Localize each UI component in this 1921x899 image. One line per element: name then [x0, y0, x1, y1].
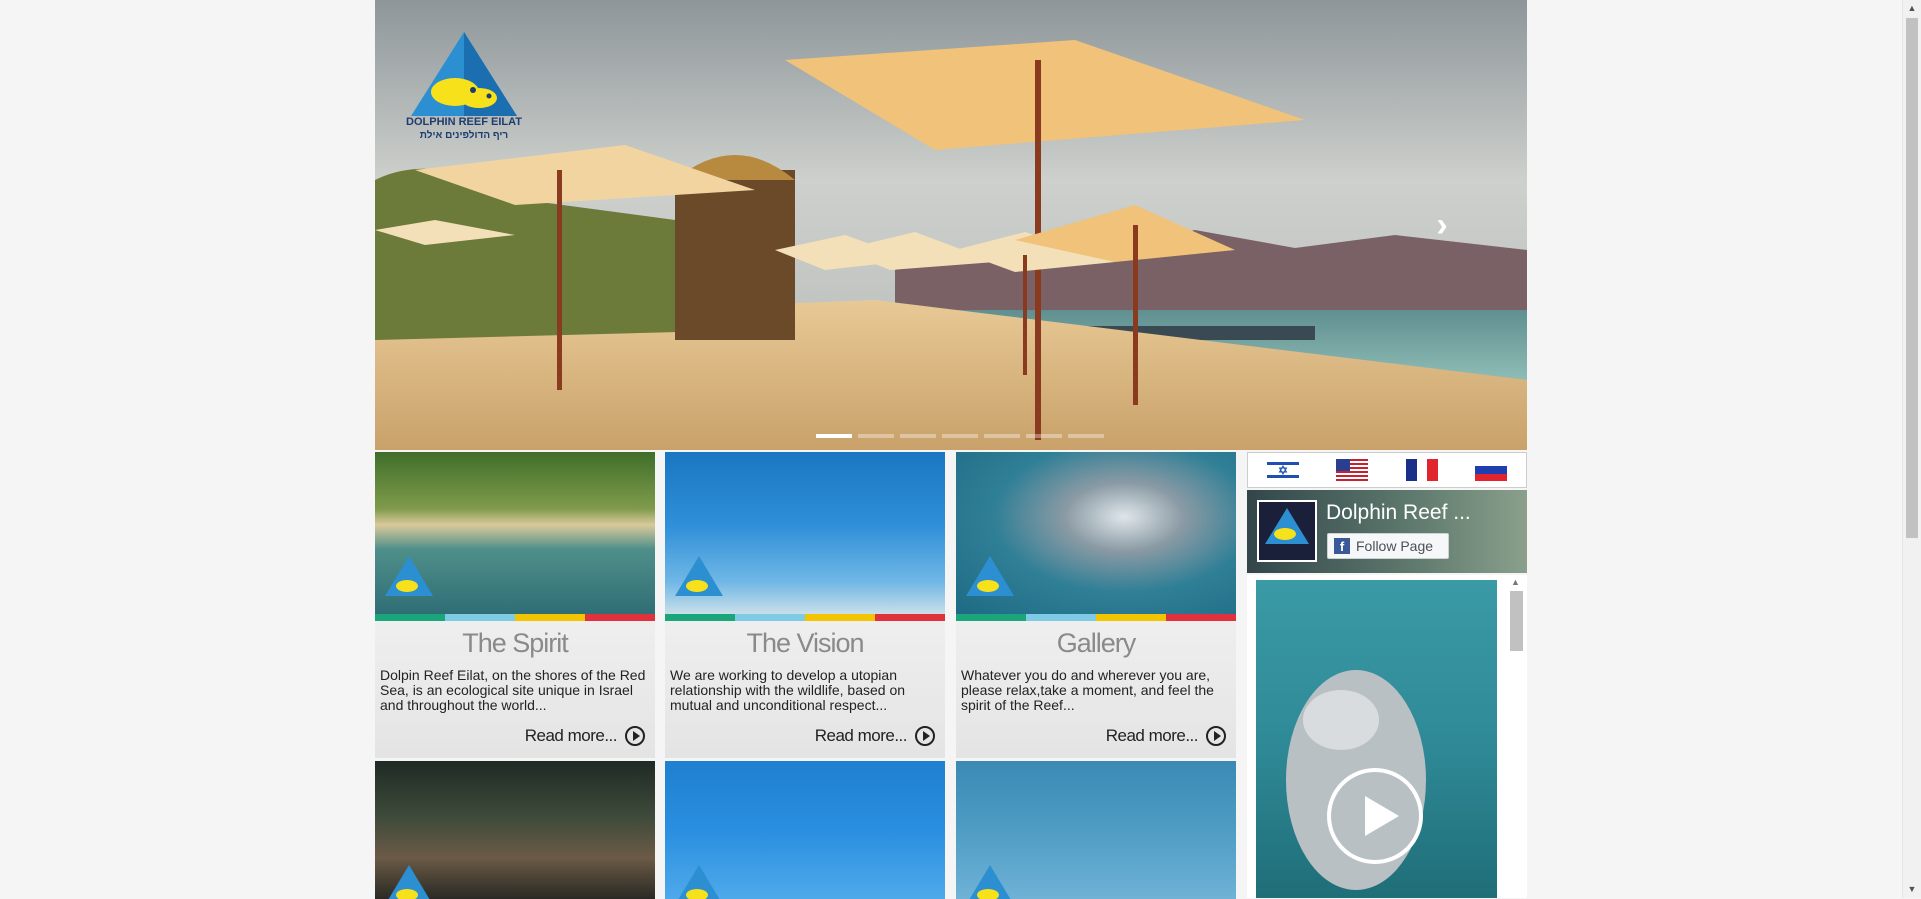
- facebook-page-avatar[interactable]: [1257, 500, 1317, 562]
- read-more-label: Read more...: [1105, 726, 1199, 745]
- hero-beach-image: [375, 0, 1527, 450]
- color-stripe: [375, 614, 655, 621]
- feed-scrollbar[interactable]: ▲: [1507, 575, 1524, 898]
- card-the-spirit: The Spirit Dolpin Reef Eilat, on the sho…: [375, 452, 655, 758]
- card-gallery: Gallery Whatever you do and wherever you…: [956, 452, 1236, 758]
- slider-dot[interactable]: [1026, 434, 1062, 438]
- read-more-link[interactable]: Read more...: [815, 724, 935, 748]
- card-title: The Vision: [746, 628, 864, 658]
- play-circle-icon: [625, 726, 645, 746]
- card-logo-icon: [385, 556, 433, 596]
- dolphin-video-thumbnail[interactable]: [1256, 580, 1497, 898]
- slider-next-arrow-icon[interactable]: ›: [1427, 208, 1457, 242]
- slider-pagination: [816, 434, 1104, 438]
- card-logo-icon: [966, 556, 1014, 596]
- facebook-page-widget: Dolphin Reef ... f Follow Page: [1247, 490, 1527, 573]
- color-stripe: [956, 614, 1236, 621]
- card-description: We are working to develop a utopian rela…: [670, 667, 906, 713]
- slider-dot[interactable]: [1068, 434, 1104, 438]
- dolphin-logo-icon: [411, 32, 517, 116]
- page-wrapper: DOLPHIN REEF EILAT ריף הדולפינים אילת › …: [375, 0, 1527, 899]
- card-the-vision: The Vision We are working to develop a u…: [665, 452, 945, 758]
- slider-dot[interactable]: [942, 434, 978, 438]
- card-logo-icon: [388, 865, 430, 899]
- dolphin-reef-logo[interactable]: DOLPHIN REEF EILAT ריף הדולפינים אילת: [405, 28, 523, 148]
- language-selector: [1247, 452, 1527, 488]
- slider-dot[interactable]: [816, 434, 852, 438]
- read-more-label: Read more...: [814, 726, 908, 745]
- follow-label: Follow Page: [1356, 538, 1434, 554]
- slider-dot[interactable]: [858, 434, 894, 438]
- page-scrollbar[interactable]: ▲ ▼: [1902, 0, 1921, 898]
- slider-dot[interactable]: [984, 434, 1020, 438]
- logo-text-en: DOLPHIN REEF EILAT: [406, 116, 522, 128]
- play-circle-icon: [1206, 726, 1226, 746]
- facebook-icon: f: [1334, 538, 1350, 554]
- read-more-link[interactable]: Read more...: [1106, 724, 1226, 748]
- card-image-diving[interactable]: [665, 761, 945, 899]
- video-play-icon[interactable]: [1327, 768, 1423, 864]
- play-circle-icon: [915, 726, 935, 746]
- slider-dot[interactable]: [900, 434, 936, 438]
- card-image-snorkeling[interactable]: [956, 761, 1236, 899]
- facebook-follow-button[interactable]: f Follow Page: [1327, 533, 1449, 559]
- scroll-up-arrow-icon[interactable]: ▲: [1507, 575, 1524, 589]
- facebook-page-name[interactable]: Dolphin Reef ...: [1326, 501, 1471, 525]
- card-logo-icon: [678, 865, 720, 899]
- color-stripe: [665, 614, 945, 621]
- scroll-down-arrow-icon[interactable]: ▼: [1903, 881, 1921, 898]
- dolphin-logo-icon: [1259, 502, 1315, 560]
- hero-slider[interactable]: DOLPHIN REEF EILAT ריף הדולפינים אילת ›: [375, 0, 1527, 450]
- card-image-relax[interactable]: [375, 761, 655, 899]
- card-title: The Spirit: [462, 628, 569, 658]
- facebook-feed: ▲: [1247, 575, 1527, 898]
- russia-flag-icon[interactable]: [1475, 459, 1508, 481]
- france-flag-icon[interactable]: [1405, 459, 1438, 481]
- card-description: Dolpin Reef Eilat, on the shores of the …: [380, 667, 646, 713]
- card-logo-icon: [675, 556, 723, 596]
- read-more-link[interactable]: Read more...: [525, 724, 645, 748]
- read-more-label: Read more...: [524, 726, 618, 745]
- page-scrollbar-thumb[interactable]: [1906, 18, 1918, 538]
- scroll-up-arrow-icon[interactable]: ▲: [1903, 0, 1921, 17]
- logo-text: DOLPHIN REEF EILAT ריף הדולפינים אילת: [405, 116, 523, 142]
- hebrew-flag-icon[interactable]: [1266, 459, 1299, 481]
- card-title: Gallery: [1056, 628, 1137, 658]
- card-description: Whatever you do and wherever you are, pl…: [961, 667, 1214, 713]
- usa-flag-icon[interactable]: [1336, 459, 1369, 481]
- logo-text-he: ריף הדולפינים אילת: [419, 130, 509, 141]
- card-logo-icon: [969, 865, 1011, 899]
- feed-scrollbar-thumb[interactable]: [1510, 591, 1523, 651]
